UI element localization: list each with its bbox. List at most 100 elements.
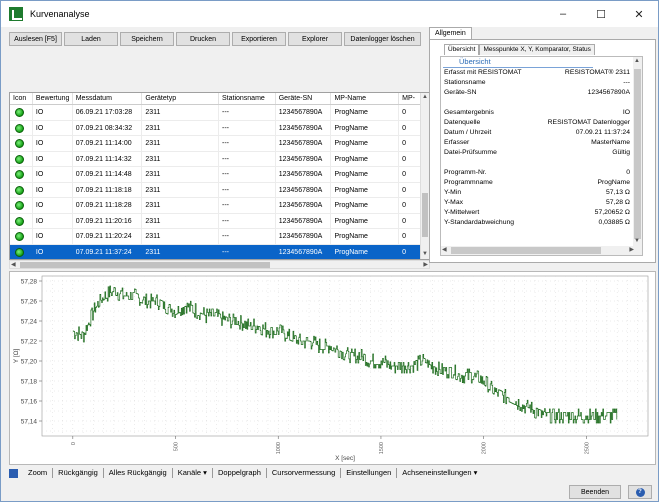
overview-row: Geräte-SN 1234567890A (441, 88, 642, 98)
scroll-thumb[interactable] (451, 247, 601, 254)
main-toolbar: Auslesen [F5] Laden Speichern Drucken Ex… (9, 32, 423, 46)
y-tick-label: 57,20 (21, 359, 38, 366)
status-led-cell (10, 229, 33, 244)
bewertung-cell: IO (33, 151, 73, 166)
exportieren-button[interactable]: Exportieren (232, 32, 286, 46)
bewertung-cell: IO (33, 198, 73, 213)
channels-dropdown[interactable]: Kanäle ▾ (173, 468, 213, 478)
status-led-cell (10, 151, 33, 166)
messdatum-cell: 06.09.21 17:03:28 (73, 105, 143, 120)
messdatum-cell: 07.09.21 11:20:24 (73, 229, 143, 244)
zoom-button[interactable]: Zoom (23, 468, 54, 478)
overview-row: Y-Standardabweichung 0,03885 Ω (441, 218, 642, 228)
minimize-button[interactable]: – (544, 1, 582, 27)
curve-chart[interactable]: 57,14 57,16 57,18 57,20 57,22 57,24 57,26 57,28… (9, 271, 656, 465)
scroll-left-arrow-icon[interactable]: ◀ (11, 261, 16, 270)
table-row[interactable]: IO 07.09.21 11:37:24 2311 --- 1234567890A Pro… (10, 244, 429, 259)
exit-button[interactable]: Beenden (569, 485, 621, 499)
laden-button[interactable]: Laden (64, 32, 118, 46)
axis-settings-dropdown[interactable]: Achseneinstellungen ▾ (397, 468, 482, 478)
x-tick-label: 500 (174, 442, 180, 451)
overview-vertical-scrollbar[interactable]: ▲ ▼ (633, 57, 642, 255)
geraete-sn-cell: 1234567890A (276, 244, 332, 259)
overview-value: --- (623, 79, 630, 86)
geraete-sn-cell: 1234567890A (276, 120, 332, 135)
speichern-button[interactable]: Speichern (120, 32, 174, 46)
table-row[interactable]: IO 06.09.21 17:03:28 2311 --- 1234567890A Pro… (10, 105, 429, 121)
bewertung-cell: IO (33, 182, 73, 197)
scroll-down-arrow-icon[interactable]: ▼ (634, 237, 640, 246)
stationsname-cell: --- (219, 213, 276, 228)
undo-all-button[interactable]: Alles Rückgängig (104, 468, 173, 478)
plot-area (41, 275, 649, 437)
save-icon[interactable] (9, 468, 18, 478)
column-header[interactable]: Stationsname (219, 93, 276, 104)
bewertung-cell: IO (33, 229, 73, 244)
geraete-sn-cell: 1234567890A (276, 105, 332, 120)
status-led-cell (10, 120, 33, 135)
status-led-cell (10, 213, 33, 228)
column-header[interactable]: Gerätetyp (142, 93, 219, 104)
stationsname-cell: --- (219, 167, 276, 182)
help-button[interactable]: ? (628, 485, 652, 499)
table-row[interactable]: IO 07.09.21 11:14:00 2311 --- 1234567890A Pro… (10, 136, 429, 152)
status-led-cell (10, 136, 33, 151)
status-led-cell (10, 182, 33, 197)
table-row[interactable]: IO 07.09.21 11:14:48 2311 --- 1234567890A Pro… (10, 167, 429, 183)
tab-messpunkte[interactable]: Messpunkte X, Y, Komparator, Status (479, 44, 595, 55)
overview-value: IO (622, 109, 630, 116)
stationsname-cell: --- (219, 151, 276, 166)
overview-value: RESISTOMAT® 2311 (564, 69, 630, 76)
overview-value: 57,28 Ω (606, 199, 630, 206)
y-tick-label: 57,16 (21, 399, 38, 406)
x-tick-label: 0 (71, 442, 77, 445)
table-row[interactable]: IO 07.09.21 11:18:28 2311 --- 1234567890A Pro… (10, 198, 429, 214)
overview-row: Gesamtergebnis IO (441, 108, 642, 118)
table-horizontal-scrollbar[interactable]: ◀ ▶ (9, 260, 430, 269)
table-header: Icon Bewertung Messdatum Gerätetyp Stati… (10, 93, 429, 105)
explorer-button[interactable]: Explorer (288, 32, 342, 46)
scroll-right-arrow-icon[interactable]: ▶ (629, 246, 634, 255)
auslesen-button[interactable]: Auslesen [F5] (9, 32, 62, 46)
table-row[interactable]: IO 07.09.21 11:14:32 2311 --- 1234567890A Pro… (10, 151, 429, 167)
table-row[interactable]: IO 07.09.21 08:34:32 2311 --- 1234567890A Pro… (10, 120, 429, 136)
scroll-thumb[interactable] (634, 69, 641, 239)
mp-name-cell: ProgName (331, 213, 400, 228)
cursor-measure-button[interactable]: Cursorvermessung (267, 468, 342, 478)
bewertung-cell: IO (33, 120, 73, 135)
table-row[interactable]: IO 07.09.21 11:18:18 2311 --- 1234567890A Pro… (10, 182, 429, 198)
overview-value: MasterName (591, 139, 630, 146)
close-button[interactable]: ✕ (620, 1, 658, 27)
y-tick-label: 57,24 (21, 319, 38, 326)
tab-uebersicht[interactable]: Übersicht (444, 44, 480, 55)
column-header[interactable]: Geräte-SN (276, 93, 332, 104)
messdatum-cell: 07.09.21 11:18:18 (73, 182, 143, 197)
table-row[interactable]: IO 07.09.21 11:20:16 2311 --- 1234567890A Pro… (10, 213, 429, 229)
undo-button[interactable]: Rückgängig (53, 468, 104, 478)
double-graph-button[interactable]: Doppelgraph (213, 468, 267, 478)
status-ok-icon (15, 247, 24, 257)
settings-button[interactable]: Einstellungen (341, 468, 398, 478)
overview-row: Programm-Nr. 0 (441, 168, 642, 178)
messdatum-cell: 07.09.21 08:34:32 (73, 120, 143, 135)
table-row[interactable]: IO 07.09.21 11:20:24 2311 --- 1234567890A Pro… (10, 229, 429, 245)
chart-svg[interactable]: 57,14 57,16 57,18 57,20 57,22 57,24 57,26 57,28… (10, 272, 655, 464)
datenlogger-loeschen-button[interactable]: Datenlogger löschen (344, 32, 421, 46)
stationsname-cell: --- (219, 105, 276, 120)
scroll-thumb[interactable] (20, 262, 270, 268)
messdatum-cell: 07.09.21 11:18:28 (73, 198, 143, 213)
geraete-sn-cell: 1234567890A (276, 151, 332, 166)
column-header[interactable]: Bewertung (33, 93, 73, 104)
column-header[interactable]: Icon (10, 93, 33, 104)
column-header[interactable]: Messdatum (73, 93, 143, 104)
scroll-left-arrow-icon[interactable]: ◀ (442, 246, 447, 255)
overview-value: 07.09.21 11:37:24 (575, 129, 630, 136)
overview-horizontal-scrollbar[interactable]: ◀ ▶ (441, 246, 635, 255)
app-logo-icon (9, 7, 23, 21)
maximize-button[interactable]: ☐ (582, 1, 620, 27)
status-led-cell (10, 198, 33, 213)
scroll-up-arrow-icon[interactable]: ▲ (634, 57, 640, 66)
y-axis-label: Y [Ω] (13, 349, 20, 364)
drucken-button[interactable]: Drucken (176, 32, 230, 46)
column-header[interactable]: MP-Name (331, 93, 400, 104)
